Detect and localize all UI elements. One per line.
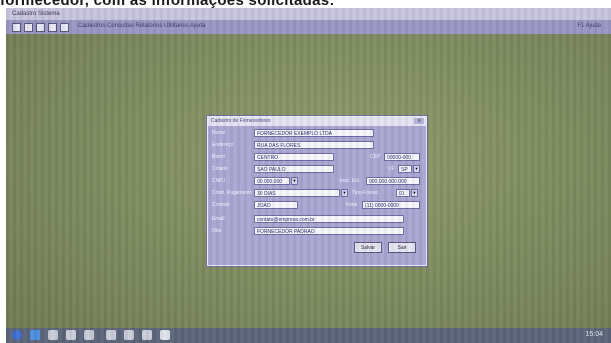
menu-bar[interactable]: Cadastros Consultas Relatorios Utilitari…	[78, 23, 205, 29]
help-hint: F1 Ajuda	[577, 23, 601, 29]
app-icon[interactable]	[84, 330, 94, 340]
app-title: Cadastro Sistema	[12, 11, 60, 17]
payment-select[interactable]: 30 DIAS	[254, 189, 340, 197]
new-icon[interactable]	[12, 23, 21, 32]
field-row-email: Email contato@empresa.com.br	[212, 215, 422, 224]
city-input[interactable]: SAO PAULO	[254, 165, 334, 173]
field-label: Cidade	[212, 166, 228, 172]
app-icon[interactable]	[124, 330, 134, 340]
clock: 15:04	[585, 331, 603, 338]
field-row-contact: Contato JOAO Fone (11) 0000-0000	[212, 201, 422, 210]
zip-input[interactable]: 00000-000	[384, 153, 420, 161]
chevron-down-icon[interactable]: ▼	[413, 165, 420, 173]
cancel-button[interactable]: Sair	[388, 242, 416, 253]
app-icon[interactable]	[106, 330, 116, 340]
media-icon[interactable]	[66, 330, 76, 340]
field-row-district: Bairro CENTRO CEP 00000-000	[212, 153, 422, 162]
field-label: UF	[388, 166, 395, 172]
contact-input[interactable]: JOAO	[254, 201, 298, 209]
chevron-down-icon[interactable]: ▼	[341, 189, 348, 197]
field-row-cnpj: CNPJ 00.000.000 ▼ Insc. Est. 000.000.000…	[212, 177, 422, 186]
field-row-address: Endereço RUA DAS FLORES	[212, 141, 422, 150]
exit-icon[interactable]	[60, 23, 69, 32]
field-label: Bairro	[212, 154, 226, 160]
app-title-bar: Cadastro Sistema	[6, 8, 611, 20]
notes-input[interactable]: FORNECEDOR PADRAO	[254, 227, 404, 235]
field-label: Tipo Fornec.	[352, 190, 380, 196]
field-label: Nome	[212, 130, 226, 136]
taskbar: 15:04	[6, 328, 611, 343]
field-label: Email	[212, 216, 225, 222]
field-row-payment: Cond. Pagamento 30 DIAS ▼ Tipo Fornec. 0…	[212, 189, 422, 198]
folder-icon[interactable]	[48, 330, 58, 340]
district-input[interactable]: CENTRO	[254, 153, 334, 161]
screen-area: Cadastro Sistema Cadastros Consultas Rel…	[6, 8, 611, 343]
field-row-notes: Obs FORNECEDOR PADRAO	[212, 227, 422, 236]
toolbar: Cadastros Consultas Relatorios Utilitari…	[6, 20, 611, 34]
chevron-down-icon[interactable]: ▼	[291, 177, 298, 185]
page-caption: formecedor, com as informações solicitad…	[0, 0, 335, 9]
supplier-dialog: Cadastro de Fornecedores x Nome FORNECED…	[207, 116, 427, 266]
active-app-icon[interactable]	[160, 330, 170, 340]
field-row-city: Cidade SAO PAULO UF SP ▼	[212, 165, 422, 174]
field-label: Endereço	[212, 142, 234, 148]
field-label: Cond. Pagamento	[212, 190, 253, 196]
start-icon[interactable]	[12, 330, 22, 340]
dialog-title: Cadastro de Fornecedores	[208, 117, 426, 126]
field-label: Contato	[212, 202, 230, 208]
chevron-down-icon[interactable]: ▼	[411, 189, 418, 197]
field-label: Obs	[212, 228, 222, 234]
phone-input[interactable]: (11) 0000-0000	[362, 201, 420, 209]
field-label: CNPJ	[212, 178, 226, 184]
email-input[interactable]: contato@empresa.com.br	[254, 215, 404, 223]
open-icon[interactable]	[24, 23, 33, 32]
field-label: CEP	[370, 154, 381, 160]
state-select[interactable]: SP	[398, 165, 412, 173]
field-label: Fone	[346, 202, 358, 208]
cnpj-input[interactable]: 00.000.000	[254, 177, 290, 185]
browser-icon[interactable]	[30, 330, 40, 340]
save-icon[interactable]	[36, 23, 45, 32]
supplier-type-select[interactable]: 01	[396, 189, 410, 197]
field-row-name: Nome FORNECEDOR EXEMPLO LTDA	[212, 129, 422, 138]
print-icon[interactable]	[48, 23, 57, 32]
name-input[interactable]: FORNECEDOR EXEMPLO LTDA	[254, 129, 374, 137]
app-icon[interactable]	[142, 330, 152, 340]
close-button[interactable]: x	[414, 118, 424, 124]
field-label: Insc. Est.	[340, 178, 361, 184]
address-input[interactable]: RUA DAS FLORES	[254, 141, 374, 149]
save-button[interactable]: Salvar	[354, 242, 382, 253]
state-registration-input[interactable]: 000.000.000.000	[366, 177, 420, 185]
